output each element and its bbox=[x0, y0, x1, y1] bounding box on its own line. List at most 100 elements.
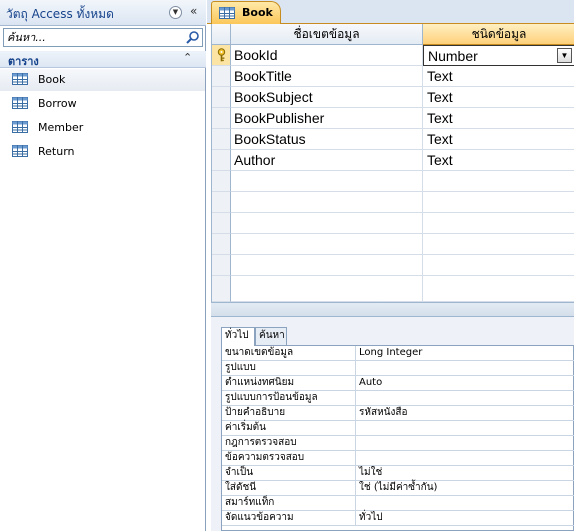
row-selector[interactable] bbox=[212, 255, 231, 276]
empty-row[interactable] bbox=[212, 255, 574, 276]
search-icon[interactable] bbox=[185, 30, 200, 45]
property-value[interactable]: Long Integer bbox=[357, 346, 574, 361]
property-label: ค่าเริ่มต้น bbox=[222, 421, 356, 436]
field-row[interactable]: BookId Number ▼ bbox=[212, 45, 574, 66]
property-value[interactable]: ทั่วไป bbox=[357, 511, 574, 526]
property-row[interactable]: รูปแบบการป้อนข้อมูล bbox=[222, 391, 574, 406]
row-selector[interactable] bbox=[212, 171, 231, 192]
property-row[interactable]: ขนาดเขตข้อมูล Long Integer bbox=[222, 346, 574, 361]
data-type-cell[interactable]: Text bbox=[423, 87, 574, 108]
nav-title[interactable]: วัตถุ Access ทั้งหมด bbox=[6, 5, 114, 24]
field-name-cell[interactable]: Author bbox=[231, 150, 423, 171]
row-selector[interactable] bbox=[212, 234, 231, 255]
property-row[interactable]: ใส่ดัชนี ใช่ (ไม่มีค่าซ้ำกัน) bbox=[222, 481, 574, 496]
data-type-cell[interactable] bbox=[423, 276, 574, 302]
column-header-data-type[interactable]: ชนิดข้อมูล bbox=[423, 24, 574, 45]
property-label: รูปแบบ bbox=[222, 361, 356, 376]
nav-item-borrow[interactable]: Borrow bbox=[0, 93, 205, 115]
data-type-cell[interactable]: Number ▼ bbox=[423, 45, 574, 66]
row-selector[interactable] bbox=[212, 87, 231, 108]
field-name-cell[interactable]: BookId bbox=[231, 45, 423, 66]
tab-book[interactable]: Book bbox=[211, 1, 281, 24]
property-label: ป้ายคำอธิบาย bbox=[222, 406, 356, 421]
property-row[interactable]: ค่าเริ่มต้น bbox=[222, 421, 574, 436]
row-selector[interactable] bbox=[212, 150, 231, 171]
field-name-cell[interactable]: BookPublisher bbox=[231, 108, 423, 129]
field-name-cell[interactable] bbox=[231, 171, 423, 192]
column-header-field-name[interactable]: ชื่อเขตข้อมูล bbox=[231, 24, 423, 45]
pane-splitter[interactable] bbox=[211, 302, 574, 317]
row-selector[interactable] bbox=[212, 66, 231, 87]
group-header-tables[interactable]: ตาราง ⌃ bbox=[0, 51, 206, 68]
row-selector[interactable] bbox=[212, 213, 231, 234]
property-value[interactable] bbox=[357, 496, 574, 511]
tab-general[interactable]: ทั่วไป bbox=[221, 327, 255, 346]
property-value[interactable] bbox=[357, 421, 574, 436]
field-name-cell[interactable] bbox=[231, 192, 423, 213]
field-row[interactable]: BookStatus Text bbox=[212, 129, 574, 150]
property-row[interactable]: ป้ายคำอธิบาย รหัสหนังสือ bbox=[222, 406, 574, 421]
field-name-cell[interactable] bbox=[231, 276, 423, 302]
property-row[interactable]: จำเป็น ไม่ใช่ bbox=[222, 466, 574, 481]
nav-item-book[interactable]: Book bbox=[0, 69, 205, 91]
data-type-cell[interactable] bbox=[423, 234, 574, 255]
property-row[interactable]: จัดแนวข้อความ ทั่วไป bbox=[222, 511, 574, 526]
nav-item-return[interactable]: Return bbox=[0, 141, 205, 163]
row-selector[interactable] bbox=[212, 276, 231, 302]
property-row[interactable]: รูปแบบ bbox=[222, 361, 574, 376]
field-row[interactable]: Author Text bbox=[212, 150, 574, 171]
empty-row[interactable] bbox=[212, 171, 574, 192]
field-name-cell[interactable]: BookStatus bbox=[231, 129, 423, 150]
dropdown-arrow-icon[interactable]: ▼ bbox=[557, 48, 572, 63]
empty-row[interactable] bbox=[212, 276, 574, 302]
data-type-cell[interactable] bbox=[423, 192, 574, 213]
property-value[interactable]: รหัสหนังสือ bbox=[357, 406, 574, 421]
property-value[interactable]: ใช่ (ไม่มีค่าซ้ำกัน) bbox=[357, 481, 574, 496]
tab-label: Book bbox=[242, 6, 273, 19]
property-value[interactable]: Auto bbox=[357, 376, 574, 391]
property-value[interactable] bbox=[357, 436, 574, 451]
field-name-cell[interactable] bbox=[231, 213, 423, 234]
data-type-cell[interactable] bbox=[423, 255, 574, 276]
empty-row[interactable] bbox=[212, 192, 574, 213]
field-name-cell[interactable] bbox=[231, 234, 423, 255]
chevron-up-icon[interactable]: ⌃ bbox=[183, 51, 192, 64]
field-row[interactable]: BookPublisher Text bbox=[212, 108, 574, 129]
select-all-corner[interactable] bbox=[212, 24, 231, 45]
empty-row[interactable] bbox=[212, 213, 574, 234]
nav-header[interactable]: วัตถุ Access ทั้งหมด ▼ « bbox=[0, 0, 206, 26]
data-type-cell[interactable]: Text bbox=[423, 129, 574, 150]
row-selector[interactable] bbox=[212, 129, 231, 150]
data-type-cell[interactable] bbox=[423, 213, 574, 234]
collapse-icon[interactable]: « bbox=[190, 4, 197, 18]
table-icon bbox=[12, 73, 28, 85]
row-selector[interactable] bbox=[212, 192, 231, 213]
property-row[interactable]: ตำแหน่งทศนิยม Auto bbox=[222, 376, 574, 391]
property-value[interactable]: ไม่ใช่ bbox=[357, 466, 574, 481]
table-icon bbox=[12, 121, 28, 133]
data-type-cell[interactable]: Text bbox=[423, 150, 574, 171]
property-row[interactable]: กฎการตรวจสอบ bbox=[222, 436, 574, 451]
data-type-cell[interactable] bbox=[423, 171, 574, 192]
row-selector[interactable] bbox=[212, 45, 231, 66]
property-label: จัดแนวข้อความ bbox=[222, 511, 356, 526]
nav-item-member[interactable]: Member bbox=[0, 117, 205, 139]
property-row[interactable]: ข้อความตรวจสอบ bbox=[222, 451, 574, 466]
property-value[interactable] bbox=[357, 451, 574, 466]
field-name-cell[interactable] bbox=[231, 255, 423, 276]
property-value[interactable] bbox=[357, 391, 574, 406]
field-row[interactable]: BookTitle Text bbox=[212, 66, 574, 87]
empty-row[interactable] bbox=[212, 234, 574, 255]
data-type-cell[interactable]: Text bbox=[423, 108, 574, 129]
nav-item-label: Return bbox=[38, 145, 75, 158]
row-selector[interactable] bbox=[212, 108, 231, 129]
chevron-down-icon[interactable]: ▼ bbox=[169, 6, 182, 19]
field-name-cell[interactable]: BookTitle bbox=[231, 66, 423, 87]
search-input[interactable] bbox=[4, 29, 184, 46]
property-row[interactable]: สมาร์ทแท็ก bbox=[222, 496, 574, 511]
data-type-cell[interactable]: Text bbox=[423, 66, 574, 87]
field-row[interactable]: BookSubject Text bbox=[212, 87, 574, 108]
tab-lookup[interactable]: ค้นหา bbox=[255, 327, 287, 345]
field-name-cell[interactable]: BookSubject bbox=[231, 87, 423, 108]
property-value[interactable] bbox=[357, 361, 574, 376]
